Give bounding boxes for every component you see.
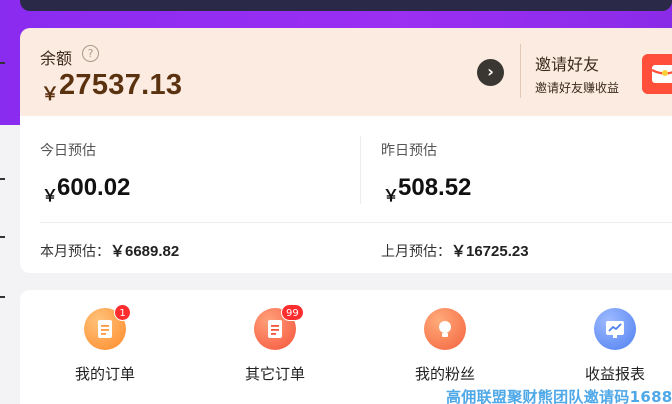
balance-amount: 27537.13	[59, 69, 183, 101]
menu-item-other-orders[interactable]: 99 其它订单	[205, 290, 345, 404]
estimates-card: 今日预估 ￥ 600.02 昨日预估 ￥ 508.52 本月预估：￥6689.8…	[20, 116, 672, 273]
menu-item-label: 我的订单	[74, 365, 135, 383]
today-estimate-currency: ￥	[42, 186, 59, 205]
menu-item-my-orders[interactable]: 1 我的订单	[35, 290, 175, 404]
row-divider	[40, 222, 672, 223]
balance-card[interactable]: 余额 ? ￥ 27537.13 › 邀请好友 邀请好友赚收益	[20, 28, 672, 116]
order-count-badge: 1	[114, 304, 131, 321]
menu-item-label: 收益报表	[584, 365, 645, 383]
gift-envelope-icon[interactable]	[642, 54, 672, 94]
invite-subtitle: 邀请好友赚收益	[535, 81, 620, 95]
column-divider	[360, 136, 361, 204]
yesterday-estimate-label: 昨日预估	[381, 143, 437, 159]
top-banner-edge	[20, 0, 672, 11]
watermark-text: 高佣联盟聚财熊团队邀请码1688	[446, 388, 672, 404]
this-month-estimate: 本月预估：￥6689.82	[40, 240, 179, 261]
last-month-estimate: 上月预估：￥16725.23	[381, 240, 529, 261]
left-edge-fragments	[0, 0, 6, 404]
menu-item-label: 我的粉丝	[414, 365, 475, 383]
help-icon[interactable]: ?	[82, 45, 99, 62]
last-month-label: 上月预估：	[381, 244, 451, 260]
this-month-value: ￥6689.82	[110, 243, 180, 260]
menu-item-label: 其它订单	[244, 365, 305, 383]
last-month-value: ￥16725.23	[451, 243, 529, 260]
invite-title[interactable]: 邀请好友	[535, 51, 599, 75]
balance-currency: ￥	[41, 84, 59, 105]
this-month-label: 本月预估：	[40, 244, 110, 260]
other-order-count-badge: 99	[281, 304, 304, 321]
divider	[520, 44, 521, 98]
yesterday-estimate-value: 508.52	[398, 174, 472, 201]
today-estimate-label: 今日预估	[40, 143, 96, 159]
fans-icon	[424, 308, 466, 350]
balance-label: 余额	[40, 49, 73, 68]
yesterday-estimate-currency: ￥	[383, 186, 400, 205]
today-estimate-value: 600.02	[57, 174, 131, 201]
chevron-right-icon[interactable]: ›	[477, 59, 504, 86]
report-icon	[594, 308, 636, 350]
